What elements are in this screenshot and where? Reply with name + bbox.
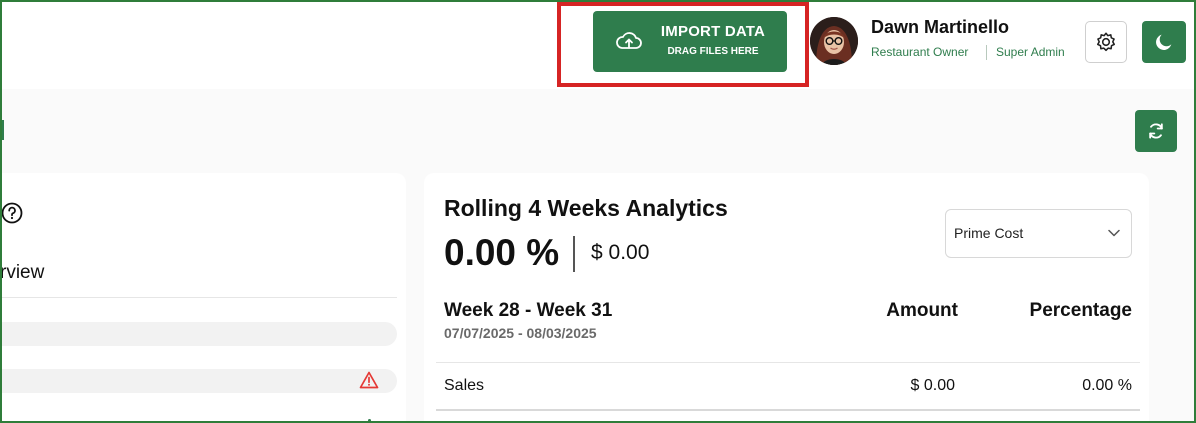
analytics-amount: $ 0.00 (591, 241, 650, 264)
refresh-button[interactable] (1135, 110, 1177, 152)
list-item[interactable] (0, 369, 397, 393)
table-row-amount: $ 0.00 (910, 377, 955, 394)
list-item[interactable] (0, 322, 397, 346)
moon-icon (1156, 34, 1172, 50)
theme-toggle-button[interactable] (1142, 21, 1186, 63)
role-separator (986, 45, 987, 60)
user-role: Restaurant Owner (871, 45, 969, 59)
avatar[interactable] (810, 17, 858, 65)
table-row-percentage: 0.00 % (1082, 377, 1132, 394)
period-dates: 07/07/2025 - 08/03/2025 (444, 325, 597, 341)
analytics-percentage: 0.00 % (444, 232, 560, 273)
column-header-amount: Amount (886, 300, 958, 321)
column-header-percentage: Percentage (1029, 300, 1132, 321)
value-separator (573, 236, 575, 272)
metric-select[interactable]: Prime Cost (945, 209, 1132, 258)
period-label: Week 28 - Week 31 (444, 300, 613, 321)
gear-icon (1096, 32, 1116, 52)
analytics-title: Rolling 4 Weeks Analytics (444, 195, 728, 221)
overview-title: rview (0, 262, 45, 283)
table-divider (436, 409, 1140, 411)
settings-button[interactable] (1085, 21, 1127, 63)
status-dot (368, 419, 371, 422)
import-highlight-box (557, 2, 809, 87)
user-name: Dawn Martinello (871, 17, 1010, 37)
user-admin-level: Super Admin (996, 45, 1065, 59)
metric-select-value: Prime Cost (954, 225, 1024, 241)
question-circle-icon[interactable] (1, 202, 23, 224)
warning-triangle-icon (359, 371, 379, 389)
refresh-icon (1149, 123, 1163, 139)
table-row-label: Sales (444, 377, 485, 394)
user-avatar (810, 17, 858, 65)
page-title-accent (0, 120, 4, 140)
divider (0, 297, 397, 298)
table-divider (436, 362, 1140, 363)
chevron-down-icon (1108, 229, 1120, 237)
